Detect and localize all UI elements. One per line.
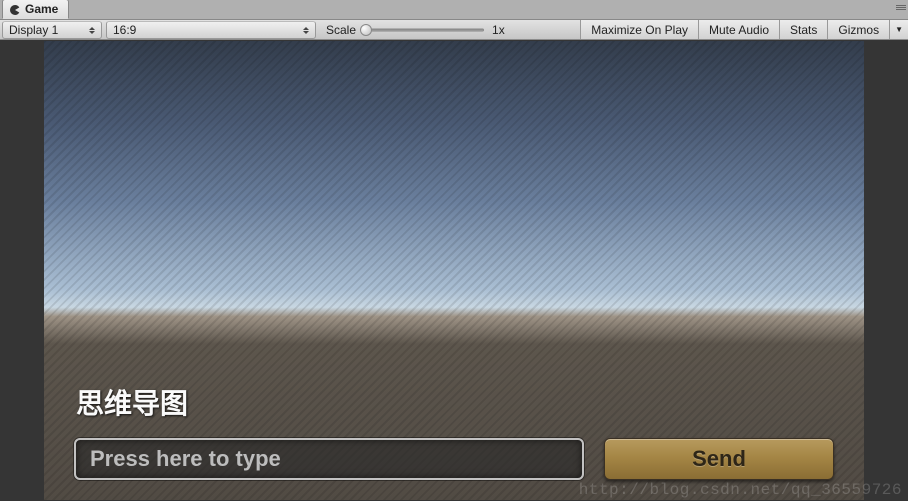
display-dropdown[interactable]: Display 1	[2, 21, 102, 39]
gizmos-toggle[interactable]: Gizmos	[827, 20, 889, 39]
panel-menu-button[interactable]	[888, 5, 906, 15]
stats-label: Stats	[790, 23, 817, 37]
maximize-on-play-toggle[interactable]: Maximize On Play	[580, 20, 698, 39]
send-button[interactable]: Send	[604, 438, 834, 480]
mute-audio-toggle[interactable]: Mute Audio	[698, 20, 779, 39]
game-panel: Game Display 1 16:9 Scale 1x Maximize	[0, 0, 908, 501]
scale-control: Scale 1x	[318, 20, 513, 39]
gizmos-label: Gizmos	[838, 23, 879, 37]
heading-label: 思维导图	[76, 382, 834, 422]
send-button-label: Send	[692, 446, 746, 472]
scale-value: 1x	[492, 23, 505, 37]
aspect-dropdown[interactable]: 16:9	[106, 21, 316, 39]
scale-slider[interactable]	[364, 28, 484, 32]
display-dropdown-label: Display 1	[9, 23, 58, 37]
gizmos-dropdown-button[interactable]: ▼	[889, 20, 908, 39]
tab-label: Game	[25, 0, 58, 18]
game-view: 思维导图 Press here to type Send http://blog…	[0, 40, 908, 501]
game-viewport[interactable]: 思维导图 Press here to type Send	[44, 41, 864, 500]
tab-strip: Game	[0, 0, 908, 20]
chat-input[interactable]: Press here to type	[74, 438, 584, 480]
mute-label: Mute Audio	[709, 23, 769, 37]
aspect-dropdown-label: 16:9	[113, 23, 136, 37]
game-toolbar: Display 1 16:9 Scale 1x Maximize On Play…	[0, 20, 908, 40]
chat-ui-overlay: 思维导图 Press here to type Send	[74, 382, 834, 480]
pacman-icon	[9, 3, 21, 15]
stats-toggle[interactable]: Stats	[779, 20, 827, 39]
chevron-updown-icon	[303, 27, 309, 34]
maximize-label: Maximize On Play	[591, 23, 688, 37]
scale-label: Scale	[326, 23, 356, 37]
chevron-updown-icon	[89, 27, 95, 34]
chat-input-placeholder: Press here to type	[90, 446, 281, 472]
tab-game[interactable]: Game	[2, 0, 69, 19]
chat-row: Press here to type Send	[74, 438, 834, 480]
slider-thumb[interactable]	[360, 24, 372, 36]
slider-track	[364, 28, 484, 31]
